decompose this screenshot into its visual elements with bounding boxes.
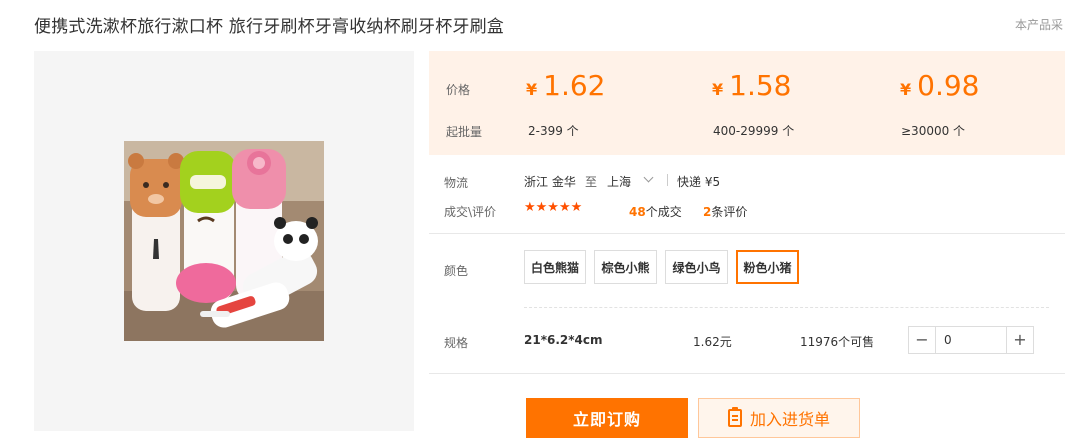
separator (667, 174, 668, 186)
section-divider (429, 373, 1065, 374)
dashed-divider (524, 307, 1049, 308)
corner-note: 本产品采 (1015, 18, 1064, 32)
spec-size: 21*6.2*4cm (524, 333, 603, 347)
batch-range-1: 2-399 个 (528, 124, 579, 138)
ship-to-select[interactable]: 上海 (607, 173, 631, 190)
price-panel: 价格 起批量 ¥1.62 2-399 个 ¥1.58 400-29999 个 ¥… (429, 51, 1065, 155)
deals-label: 成交\评价 (444, 205, 497, 219)
batch-label: 起批量 (446, 125, 483, 139)
batch-range-3: ≥30000 个 (901, 124, 966, 138)
price-value: 1.62 (543, 69, 606, 102)
product-image-panel (34, 51, 414, 431)
buy-now-button[interactable]: 立即订购 (526, 398, 688, 438)
currency-symbol: ¥ (526, 80, 538, 99)
decrease-button[interactable]: − (909, 327, 936, 353)
logistics-label: 物流 (444, 176, 469, 190)
clipboard-icon (727, 407, 742, 427)
review-count[interactable]: 2条评价 (703, 203, 747, 220)
color-option-green-bird[interactable]: 绿色小鸟 (665, 250, 728, 284)
color-option-white-panda[interactable]: 白色熊猫 (524, 250, 586, 284)
price-tier-3: ¥0.98 (900, 69, 979, 102)
color-option-pink-pig[interactable]: 粉色小猪 (736, 250, 799, 284)
spec-label: 规格 (444, 336, 469, 350)
product-photo-illustration (124, 141, 324, 341)
price-label: 价格 (446, 83, 471, 97)
quantity-stepper: − + (908, 326, 1034, 354)
rating-stars: ★★★★★ (524, 200, 583, 215)
batch-range-2: 400-29999 个 (713, 124, 795, 138)
deals-count[interactable]: 48个成交 (629, 203, 682, 220)
chevron-down-icon[interactable] (643, 172, 654, 183)
increase-button[interactable]: + (1006, 327, 1033, 353)
add-to-cart-button[interactable]: 加入进货单 (698, 398, 860, 438)
ship-from: 浙江 金华 (524, 175, 576, 189)
product-photo[interactable] (124, 141, 324, 341)
shipping-fee: 快递 ¥5 (677, 175, 721, 189)
price-value: 1.58 (729, 69, 792, 102)
currency-symbol: ¥ (900, 80, 912, 99)
price-value: 0.98 (917, 69, 980, 102)
spec-price: 1.62元 (693, 335, 732, 349)
section-divider (429, 233, 1065, 234)
product-title: 便携式洗漱杯旅行漱口杯 旅行牙刷杯牙膏收纳杯刷牙杯牙刷盒 (34, 17, 505, 37)
spec-stock: 11976个可售 (800, 335, 875, 349)
deals-number: 48 (629, 205, 646, 219)
add-to-cart-label: 加入进货单 (749, 410, 830, 429)
color-option-brown-bear[interactable]: 棕色小熊 (594, 250, 657, 284)
price-tier-2: ¥1.58 (712, 69, 791, 102)
currency-symbol: ¥ (712, 80, 724, 99)
ship-to-word: 至 (585, 175, 598, 189)
review-suffix: 条评价 (711, 205, 748, 219)
deals-suffix: 个成交 (645, 205, 682, 219)
price-tier-1: ¥1.62 (526, 69, 605, 102)
quantity-input[interactable] (936, 327, 1006, 353)
color-label: 颜色 (444, 264, 469, 278)
